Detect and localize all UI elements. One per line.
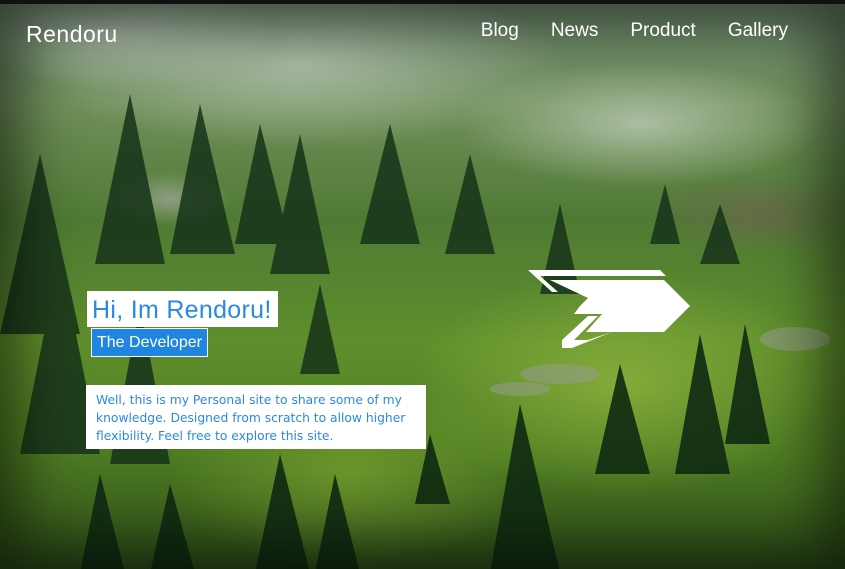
nav-item-product[interactable]: Product <box>630 20 695 42</box>
hero-description-box: Well, this is my Personal site to share … <box>86 385 426 449</box>
hero-description: Well, this is my Personal site to share … <box>96 393 406 443</box>
background-trees <box>0 94 830 569</box>
hero-subtitle: The Developer <box>97 334 202 351</box>
nav-item-blog[interactable]: Blog <box>481 20 519 42</box>
hero-title: Hi, Im Rendoru! <box>92 296 272 324</box>
chevron-arrow-logo-icon <box>528 270 690 348</box>
nav-item-gallery[interactable]: Gallery <box>728 20 788 42</box>
site-brand[interactable]: Rendoru <box>26 21 118 48</box>
main-nav: Blog News Product Gallery <box>481 20 788 42</box>
hero-title-box: Hi, Im Rendoru! <box>87 291 278 327</box>
hero-subtitle-badge: The Developer <box>91 328 208 357</box>
nav-item-news[interactable]: News <box>551 20 599 42</box>
page-viewport: Rendoru Blog News Product Gallery Hi, Im… <box>0 0 845 569</box>
